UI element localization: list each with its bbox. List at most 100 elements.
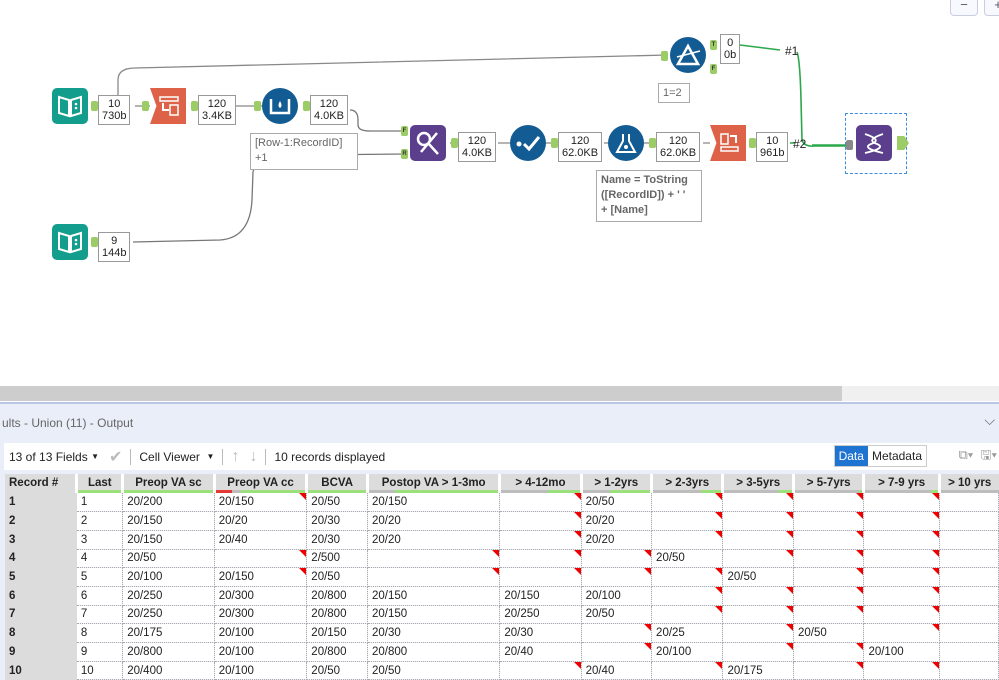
table-cell[interactable]: 20/800: [306, 642, 368, 662]
table-cell[interactable]: [939, 586, 999, 606]
table-cell[interactable]: 20/30: [306, 511, 368, 531]
table-cell[interactable]: 20/40: [581, 661, 653, 680]
table-cell[interactable]: 20/50: [581, 605, 653, 625]
table-cell[interactable]: [499, 661, 582, 680]
minimize-button[interactable]: −: [950, 0, 978, 16]
union-input-anchor[interactable]: [846, 140, 853, 150]
table-cell[interactable]: [722, 642, 794, 662]
table-cell[interactable]: 20/100: [863, 642, 940, 662]
table-cell[interactable]: 20/250: [499, 605, 582, 625]
table-cell[interactable]: 20/150: [122, 511, 215, 531]
record-id-check-icon[interactable]: [510, 125, 546, 161]
table-cell[interactable]: 5: [76, 567, 124, 587]
table-cell[interactable]: [939, 493, 999, 513]
table-cell[interactable]: [939, 642, 999, 662]
table-cell[interactable]: 20/250: [122, 586, 215, 606]
table-cell[interactable]: [793, 661, 865, 680]
arrow-up-icon[interactable]: ↑: [226, 448, 244, 466]
table-cell[interactable]: 20/20: [367, 511, 501, 531]
table-row[interactable]: 1 1 20/200 20/150 20/50 20/150 20/50: [5, 493, 999, 513]
table-cell[interactable]: 20/100: [214, 642, 308, 662]
input-anchor[interactable]: [254, 101, 261, 111]
tab-data[interactable]: Data: [834, 446, 868, 466]
table-cell[interactable]: [581, 642, 653, 662]
join-left-anchor[interactable]: F: [401, 126, 408, 136]
table-cell[interactable]: [651, 567, 724, 587]
filter-true-anchor[interactable]: T: [710, 40, 717, 50]
maximize-button[interactable]: +: [984, 0, 999, 16]
column-header[interactable]: > 3-5yrs: [721, 474, 794, 493]
table-cell[interactable]: [863, 567, 940, 587]
table-cell[interactable]: [793, 549, 865, 569]
formula-flask-icon[interactable]: [608, 125, 644, 161]
book-input-icon[interactable]: [52, 224, 88, 260]
table-cell[interactable]: [581, 567, 653, 587]
table-cell[interactable]: [499, 549, 582, 569]
table-cell[interactable]: 20/250: [122, 605, 215, 625]
table-cell[interactable]: [651, 530, 724, 550]
table-cell[interactable]: [722, 511, 794, 531]
column-header[interactable]: > 7-9 yrs: [862, 474, 940, 493]
table-cell[interactable]: [581, 549, 653, 569]
table-cell[interactable]: [581, 623, 653, 643]
table-cell[interactable]: [651, 605, 724, 625]
table-cell[interactable]: 20/150: [367, 493, 501, 513]
arrow-down-icon[interactable]: ↓: [244, 448, 262, 466]
table-cell[interactable]: 20/20: [581, 530, 653, 550]
multi-row-formula-icon[interactable]: [262, 88, 298, 124]
table-row[interactable]: 8 8 20/175 20/100 20/150 20/30 20/30 20/25 20/50: [5, 623, 999, 643]
table-cell[interactable]: 20/300: [214, 586, 308, 606]
output-anchor[interactable]: [551, 138, 558, 148]
table-cell[interactable]: 4: [76, 549, 124, 569]
table-row[interactable]: 6 6 20/250 20/300 20/800 20/150 20/150 20/100: [5, 586, 999, 606]
table-cell[interactable]: 20/20: [367, 530, 501, 550]
table-cell[interactable]: 6: [76, 586, 124, 606]
output-anchor[interactable]: [91, 101, 98, 111]
table-cell[interactable]: 7: [76, 605, 124, 625]
table-cell[interactable]: [863, 586, 940, 606]
table-cell[interactable]: [499, 567, 582, 587]
table-cell[interactable]: 20/800: [367, 642, 501, 662]
table-cell[interactable]: 2/500: [306, 549, 368, 569]
table-row[interactable]: 10 10 20/400 20/100 20/50 20/50 20/40 20/175: [5, 661, 999, 680]
input-anchor[interactable]: [142, 101, 149, 111]
table-cell[interactable]: 20/50: [367, 661, 501, 680]
book-input-icon[interactable]: [52, 88, 88, 124]
table-cell[interactable]: 20/150: [367, 586, 501, 606]
cell-viewer-selector[interactable]: Cell Viewer ▼: [134, 450, 219, 464]
table-row[interactable]: 7 7 20/250 20/300 20/800 20/150 20/250 20/50: [5, 605, 999, 625]
table-cell[interactable]: [722, 530, 794, 550]
table-cell[interactable]: 1: [76, 493, 124, 513]
table-cell[interactable]: 20/800: [306, 586, 368, 606]
table-row[interactable]: 3 3 20/150 20/40 20/30 20/20 20/20: [5, 530, 999, 550]
table-cell[interactable]: 20/400: [122, 661, 215, 680]
table-cell[interactable]: 20/50: [722, 567, 794, 587]
table-cell[interactable]: [722, 586, 794, 606]
table-cell[interactable]: [651, 661, 724, 680]
table-cell[interactable]: [793, 567, 865, 587]
output-anchor[interactable]: [749, 138, 756, 148]
table-cell[interactable]: [863, 530, 940, 550]
table-cell[interactable]: [793, 586, 865, 606]
column-header[interactable]: BCVA: [305, 474, 368, 493]
table-cell[interactable]: [939, 661, 999, 680]
output-anchor[interactable]: [649, 138, 656, 148]
table-cell[interactable]: 9: [76, 642, 124, 662]
table-cell[interactable]: [367, 549, 501, 569]
table-cell[interactable]: 20/50: [306, 567, 368, 587]
union-dna-icon[interactable]: [856, 125, 892, 161]
table-cell[interactable]: 20/25: [651, 623, 724, 643]
table-cell[interactable]: [939, 567, 999, 587]
table-cell[interactable]: 20/100: [214, 661, 308, 680]
table-cell[interactable]: [499, 530, 582, 550]
table-row[interactable]: 9 9 20/800 20/100 20/800 20/800 20/40 20/100 20/…: [5, 642, 999, 662]
output-anchor[interactable]: [91, 237, 98, 247]
scrollbar-thumb[interactable]: [0, 386, 842, 401]
copy-icon[interactable]: ⧉▾: [958, 447, 973, 462]
table-cell[interactable]: [722, 549, 794, 569]
table-cell[interactable]: [499, 511, 582, 531]
table-cell[interactable]: 10: [76, 661, 124, 680]
table-cell[interactable]: 20/50: [793, 623, 865, 643]
table-cell[interactable]: 20/50: [306, 493, 368, 513]
filter-icon[interactable]: [670, 37, 706, 73]
